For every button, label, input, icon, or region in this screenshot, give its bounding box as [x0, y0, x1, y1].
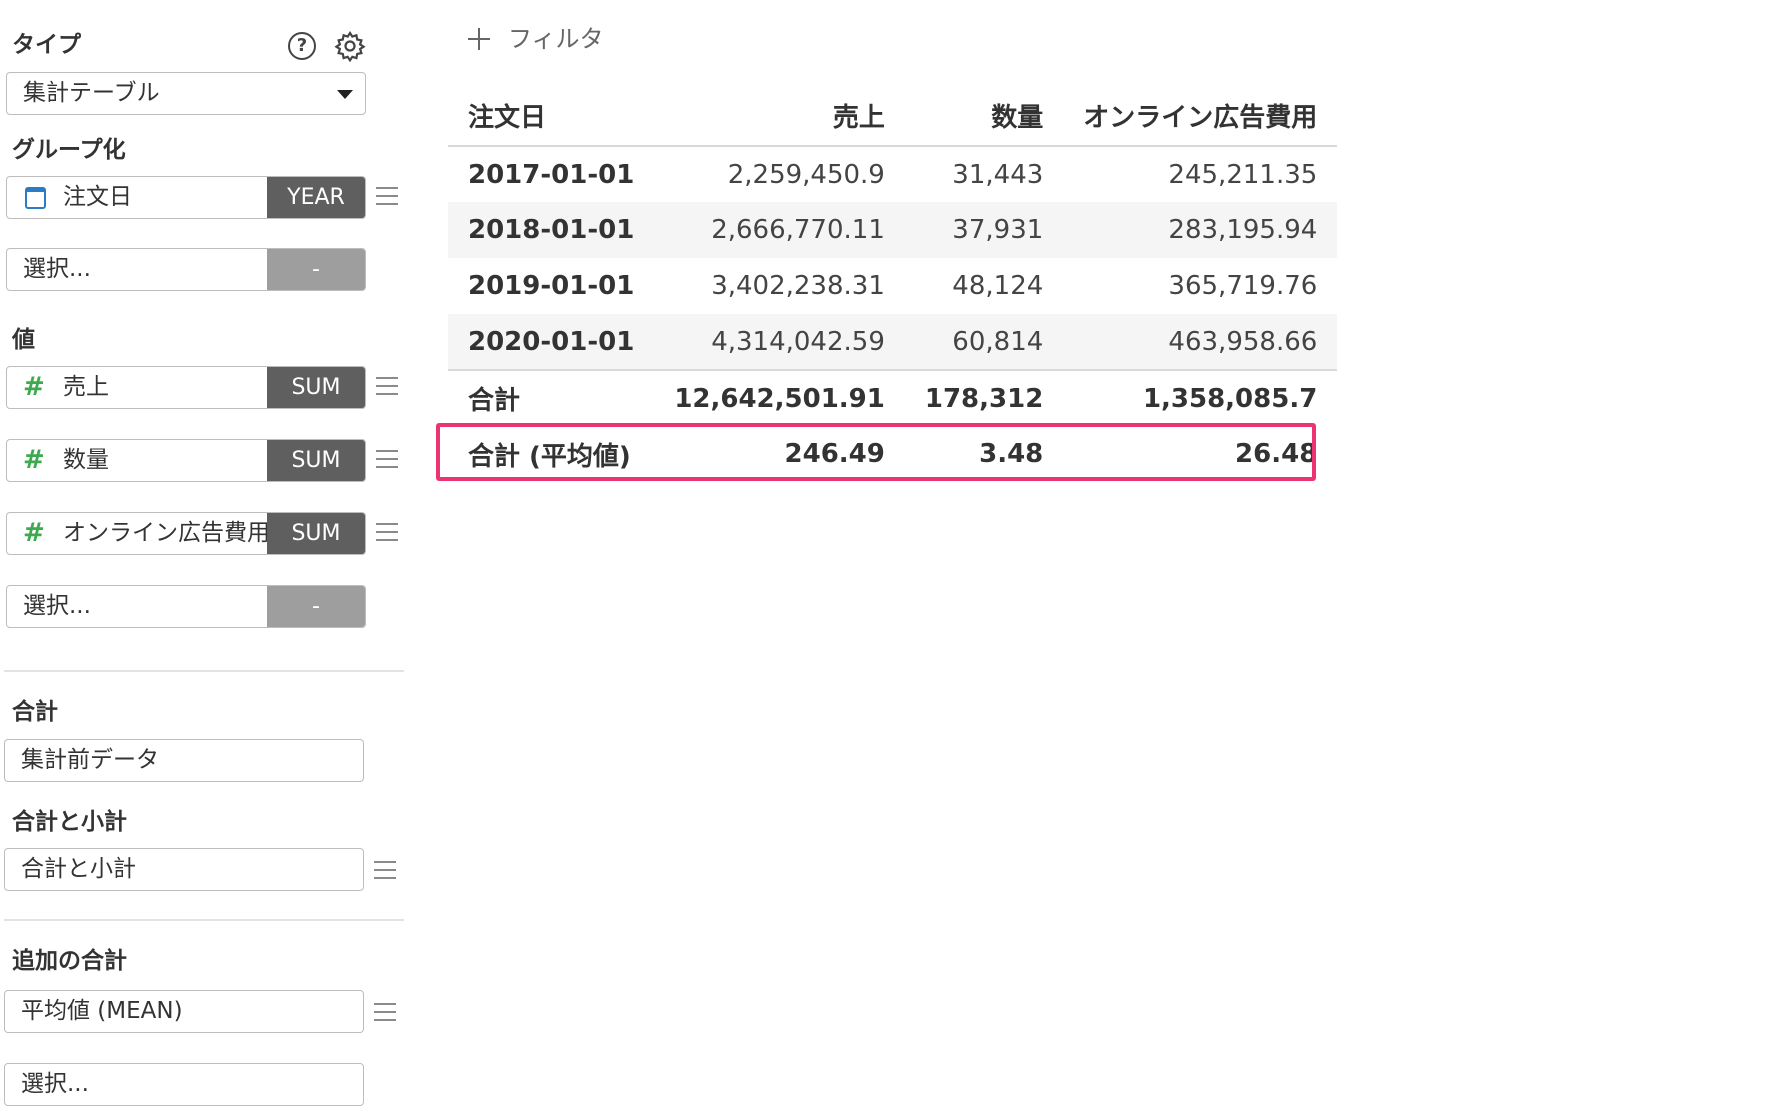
- value-field-select[interactable]: 選択... -: [6, 585, 366, 628]
- field-name: 数量: [63, 447, 109, 473]
- calendar-icon: [25, 187, 46, 209]
- aggregation-button[interactable]: SUM: [267, 513, 365, 554]
- field-name: 売上: [63, 374, 109, 400]
- chart-builder: タイプ ? 集計テーブル グループ化 注文日 YEAR 選択... - 値 # …: [0, 0, 1766, 1118]
- total-select-value: 集計前データ: [21, 747, 159, 773]
- number-icon: #: [23, 372, 45, 402]
- additional-total-placeholder: 選択...: [21, 1071, 89, 1097]
- table-header-row: 注文日 売上 数量 オンライン広告費用: [448, 86, 1338, 147]
- type-label: タイプ: [12, 32, 81, 58]
- cell-value: 4,314,042.59: [654, 314, 905, 370]
- table-row: 2019-01-01 3,402,238.31 48,124 365,719.7…: [448, 258, 1337, 314]
- cell-value: 2,259,450.9: [727, 159, 885, 190]
- drag-handle-icon[interactable]: [376, 377, 398, 395]
- highlight-box: [436, 423, 1316, 481]
- aggregation-button[interactable]: SUM: [267, 440, 365, 481]
- cell-value: 365,719.76: [1168, 271, 1318, 301]
- number-icon: #: [23, 445, 45, 475]
- value-field-quantity[interactable]: # 数量 SUM: [6, 439, 366, 482]
- table-row: 2018-01-01 2,666,770.11 37,931 283,195.9…: [448, 202, 1338, 258]
- date-granularity-button[interactable]: YEAR: [267, 177, 365, 218]
- total-value: 178,312: [904, 369, 1064, 426]
- row-label: 2018-01-01: [448, 202, 655, 258]
- agg-button-empty[interactable]: -: [267, 586, 365, 627]
- gear-icon[interactable]: [334, 30, 366, 62]
- divider: [4, 670, 404, 672]
- value-field-ad-cost[interactable]: # オンライン広告費用 SUM: [6, 512, 366, 555]
- additional-total-label: 追加の合計: [12, 948, 127, 974]
- cell-value: 48,124: [952, 271, 1044, 301]
- total-label: 合計: [448, 369, 655, 426]
- values-label: 値: [12, 327, 35, 353]
- row-label: 2017-01-01: [468, 159, 635, 190]
- field-name: 注文日: [63, 184, 132, 210]
- group-field-select[interactable]: 選択... -: [6, 248, 366, 291]
- filter-label: フィルタ: [508, 25, 604, 53]
- agg-button-empty[interactable]: -: [267, 249, 365, 290]
- field-placeholder: 選択...: [23, 593, 91, 619]
- subtotal-select[interactable]: 合計と小計: [4, 848, 364, 891]
- chart-type-value: 集計テーブル: [23, 80, 160, 106]
- aggregation-button[interactable]: SUM: [267, 367, 365, 408]
- number-icon: #: [23, 518, 45, 548]
- chevron-down-icon: [337, 90, 353, 99]
- row-label: 2019-01-01: [468, 271, 635, 301]
- divider: [4, 919, 404, 921]
- help-icon[interactable]: ?: [288, 32, 316, 60]
- drag-handle-icon[interactable]: [374, 861, 396, 879]
- total-select[interactable]: 集計前データ: [4, 739, 364, 782]
- cell-value: 283,195.94: [1063, 202, 1338, 258]
- cell-value: 3,402,238.31: [711, 271, 885, 301]
- total-value: 12,642,501.91: [654, 369, 905, 426]
- additional-total-value: 平均値 (MEAN): [21, 998, 183, 1024]
- additional-total-item[interactable]: 平均値 (MEAN): [4, 990, 364, 1033]
- column-header[interactable]: オンライン広告費用: [1063, 86, 1338, 147]
- drag-handle-icon[interactable]: [376, 450, 398, 468]
- value-field-sales[interactable]: # 売上 SUM: [6, 366, 366, 409]
- row-label: 2020-01-01: [448, 314, 655, 370]
- cell-value: 60,814: [904, 314, 1064, 370]
- subtotal-label: 合計と小計: [12, 809, 127, 835]
- column-header[interactable]: 売上: [654, 86, 905, 147]
- total-row: 合計 12,642,501.91 178,312 1,358,085.7: [448, 369, 1338, 426]
- drag-handle-icon[interactable]: [374, 1003, 396, 1021]
- column-header[interactable]: 数量: [904, 86, 1064, 147]
- cell-value: 31,443: [952, 159, 1044, 190]
- subtotal-select-value: 合計と小計: [21, 856, 136, 882]
- drag-handle-icon[interactable]: [376, 523, 398, 541]
- group-field-order-date[interactable]: 注文日 YEAR: [6, 176, 366, 219]
- field-placeholder: 選択...: [23, 256, 91, 282]
- group-label: グループ化: [12, 137, 126, 163]
- table-row: 2020-01-01 4,314,042.59 60,814 463,958.6…: [448, 314, 1338, 370]
- config-panel: タイプ ? 集計テーブル グループ化 注文日 YEAR 選択... - 値 # …: [0, 0, 410, 1118]
- total-label: 合計: [12, 699, 58, 725]
- field-name: オンライン広告費用: [63, 520, 269, 546]
- drag-handle-icon[interactable]: [376, 187, 398, 205]
- cell-value: 245,211.35: [1168, 159, 1318, 190]
- column-header[interactable]: 注文日: [448, 86, 655, 147]
- total-value: 1,358,085.7: [1063, 369, 1338, 426]
- cell-value: 463,958.66: [1063, 314, 1338, 370]
- additional-total-select[interactable]: 選択...: [4, 1063, 364, 1106]
- cell-value: 2,666,770.11: [654, 202, 905, 258]
- table-row: 2017-01-01 2,259,450.9 31,443 245,211.35: [448, 146, 1337, 202]
- cell-value: 37,931: [904, 202, 1064, 258]
- chart-type-select[interactable]: 集計テーブル: [6, 72, 366, 115]
- plus-icon: [468, 28, 490, 50]
